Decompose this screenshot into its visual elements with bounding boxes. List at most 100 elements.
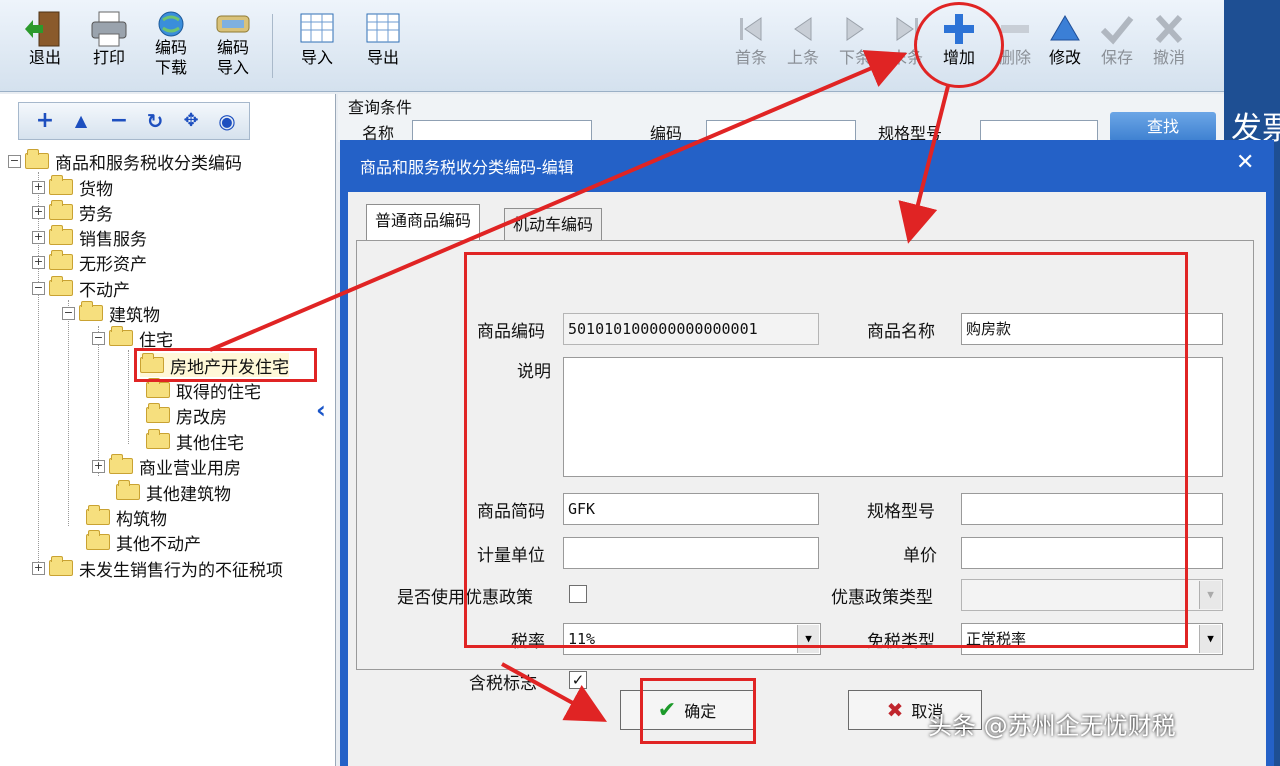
tree-item-services[interactable]: + 销售服务 [32, 225, 147, 250]
first-record-button[interactable]: 首条 [722, 8, 780, 88]
folder-icon [86, 505, 110, 525]
tree-refresh-icon[interactable]: ↻ [143, 109, 167, 133]
first-icon [740, 17, 762, 41]
expand-icon[interactable]: + [92, 459, 105, 473]
cross-icon [1155, 14, 1183, 44]
code-import-icon [216, 15, 250, 33]
dialog-body: 普通商品编码 机动车编码 商品编码 501010100000000000001 … [348, 192, 1266, 766]
folder-open-icon [49, 276, 73, 296]
tree-item-reformed[interactable]: 房改房 [146, 403, 227, 428]
tree-item-label: 不动产 [79, 280, 130, 301]
tree-item-label: 未发生销售行为的不征税项 [79, 560, 283, 581]
search-button[interactable]: 查找 [1110, 112, 1216, 142]
tree-item-label: 劳务 [79, 204, 113, 225]
prev-record-button[interactable]: 上条 [774, 8, 832, 88]
collapse-icon[interactable]: − [62, 306, 75, 320]
tab-vehicle[interactable]: 机动车编码 [504, 208, 603, 242]
tree-item-label: 其他住宅 [176, 433, 244, 454]
folder-open-icon [79, 301, 103, 321]
tree-item-label: 无形资产 [79, 254, 147, 275]
tree-locate-icon[interactable]: ◉ [215, 109, 239, 133]
code-download-label-1: 编码 [154, 38, 187, 57]
tree-item-label: 其他建筑物 [146, 484, 231, 505]
tree-item-commercial[interactable]: + 商业营业用房 [92, 454, 241, 479]
dialog-title: 商品和服务税收分类编码-编辑 [360, 158, 574, 177]
exit-door-icon [25, 11, 60, 47]
category-tree-panel: + ▲ − ↻ ✥ ◉ − 商品和服务税收分类编码 + 货物 + 劳务 + 销售服务 +… [0, 94, 336, 766]
folder-icon [49, 250, 73, 270]
tree-expand-icon[interactable]: ✥ [179, 109, 203, 133]
print-button[interactable]: 打印 [80, 8, 138, 88]
expand-icon[interactable]: + [32, 255, 45, 269]
tree-item-buildings[interactable]: − 建筑物 [62, 301, 160, 326]
main-toolbar: 退出 打印 编码 下载 编码 导入 导入 导出 首条 上条 下条 末条 增加 删… [0, 0, 1224, 92]
tab-general[interactable]: 普通商品编码 [366, 204, 481, 242]
folder-icon [49, 200, 73, 220]
checkmark-icon [1100, 16, 1134, 45]
collapse-icon[interactable]: − [92, 331, 105, 345]
save-button[interactable]: 保存 [1088, 8, 1146, 88]
query-spec-input[interactable] [980, 120, 1098, 142]
folder-icon [49, 556, 73, 576]
export-label: 导出 [366, 48, 399, 67]
collapse-icon[interactable]: − [32, 281, 45, 295]
tree-toolbar: + ▲ − ↻ ✥ ◉ [18, 102, 250, 140]
tax-inclusive-checkbox[interactable]: ✓ [569, 671, 587, 689]
expand-icon[interactable]: + [32, 180, 45, 194]
folder-icon [86, 530, 110, 550]
modify-button[interactable]: 修改 [1036, 8, 1094, 88]
next-record-button[interactable]: 下条 [826, 8, 884, 88]
code-download-label-2: 下载 [154, 58, 187, 77]
expand-icon[interactable]: + [32, 561, 45, 575]
expand-icon[interactable]: + [32, 205, 45, 219]
table-import-icon [300, 13, 334, 43]
modify-triangle-icon [1050, 15, 1080, 41]
folder-icon [49, 175, 73, 195]
collapse-icon[interactable]: − [8, 154, 21, 168]
edit-dialog: 商品和服务税收分类编码-编辑 ✕ 普通商品编码 机动车编码 商品编码 50101… [340, 140, 1274, 766]
collapse-panel-icon[interactable]: ‹ [316, 396, 326, 424]
cancel-edit-button[interactable]: 撤消 [1140, 8, 1198, 88]
close-icon[interactable]: ✕ [1236, 150, 1254, 175]
query-legend: 查询条件 [348, 98, 413, 117]
next-label: 下条 [838, 48, 871, 67]
tree-item-goods[interactable]: + 货物 [32, 175, 113, 200]
tree-item-label: 房改房 [176, 407, 227, 428]
cross-icon: ✖ [886, 698, 904, 722]
tree-item-label: 构筑物 [116, 509, 167, 530]
tree-remove-icon[interactable]: − [107, 109, 131, 133]
ok-highlight-frame [640, 678, 756, 744]
import-button[interactable]: 导入 [288, 8, 346, 88]
export-button[interactable]: 导出 [354, 8, 412, 88]
exit-button[interactable]: 退出 [16, 8, 74, 88]
code-import-label-1: 编码 [216, 38, 249, 57]
tree-item-non-taxable[interactable]: + 未发生销售行为的不征税项 [32, 556, 283, 581]
tree-item-real-estate[interactable]: − 不动产 [32, 276, 130, 301]
tree-up-icon[interactable]: ▲ [69, 109, 93, 133]
tree-item-label: 货物 [79, 179, 113, 200]
tree-item-other-re[interactable]: 其他不动产 [86, 530, 201, 555]
printer-icon [91, 11, 127, 47]
code-import-button[interactable]: 编码 导入 [204, 8, 262, 88]
tree-item-other-res[interactable]: 其他住宅 [146, 429, 244, 454]
tree-item-label: 其他不动产 [116, 534, 201, 555]
print-label: 打印 [92, 48, 125, 67]
tree-item-other-build[interactable]: 其他建筑物 [116, 480, 231, 505]
tree-root[interactable]: − 商品和服务税收分类编码 [8, 149, 242, 174]
tree-item-labor[interactable]: + 劳务 [32, 200, 113, 225]
exit-label: 退出 [28, 48, 61, 67]
cancel-edit-label: 撤消 [1152, 48, 1185, 67]
query-code-input[interactable] [706, 120, 856, 142]
tree-item-structures[interactable]: 构筑物 [86, 505, 167, 530]
expand-icon[interactable]: + [32, 230, 45, 244]
tree-item-intangible[interactable]: + 无形资产 [32, 250, 147, 275]
selected-node-highlight [134, 348, 317, 382]
prev-icon [794, 17, 812, 41]
code-download-button[interactable]: 编码 下载 [142, 8, 200, 88]
query-conditions: 查询条件 名称 编码 规格型号 查找 [338, 94, 1224, 143]
tree-add-icon[interactable]: + [33, 109, 57, 133]
table-export-icon [366, 13, 400, 43]
query-name-input[interactable] [412, 120, 592, 142]
add-button-highlight-circle [914, 2, 1004, 88]
tree-item-residential[interactable]: − 住宅 [92, 326, 173, 351]
